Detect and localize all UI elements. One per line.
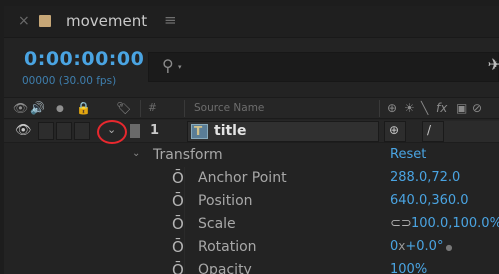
timecode-area: 0:00:00:00 00000 (30.00 fps) ⚲ ▾ ✈ [4, 39, 499, 97]
column-divider [379, 100, 380, 117]
rotation-dot: ● [445, 243, 453, 252]
shy-switch-icon[interactable]: ⊕ [387, 101, 397, 115]
timeline-panel: × movement ≡ 0:00:00:00 00000 (30.00 fps… [4, 6, 499, 274]
collapse-chevron-icon[interactable]: ⌄ [132, 148, 140, 159]
anchor-point-value[interactable]: 288.0,72.0 [390, 170, 460, 185]
column-divider [140, 100, 141, 117]
timeline-tab-bar: × movement ≡ [4, 6, 499, 38]
layer-name-field[interactable]: T title [187, 121, 379, 142]
layer-name: title [214, 123, 247, 139]
audio-toggle[interactable] [38, 122, 54, 140]
quality-switch[interactable]: / [422, 121, 444, 142]
stopwatch-icon[interactable]: Ō [172, 192, 184, 210]
composition-swatch-icon [39, 15, 51, 27]
panel-menu-icon[interactable]: ≡ [164, 11, 177, 29]
shy-switch[interactable]: ⊕ [384, 121, 406, 142]
stopwatch-icon[interactable]: Ō [172, 169, 184, 187]
rotation-degrees[interactable]: +0.0° [405, 239, 443, 254]
constrain-proportions-icon[interactable]: ⊂⊃ [390, 216, 412, 231]
property-name: Scale [198, 216, 236, 232]
transform-label: Transform [153, 147, 223, 163]
current-time-display[interactable]: 0:00:00:00 [24, 48, 144, 70]
column-divider [184, 100, 185, 117]
layer-search-input[interactable]: ⚲ ▾ ✈ [148, 52, 499, 82]
tab-movement[interactable]: movement [66, 12, 147, 30]
switch-cells [444, 121, 499, 142]
rotation-value[interactable]: 0x+0.0° ● [390, 239, 452, 254]
source-name-header[interactable]: Source Name [194, 102, 264, 114]
scale-value[interactable]: 100.0,100.0% [411, 216, 499, 231]
column-header: 👁 🔊 ● 🔒 🏷 # Source Name ⊕ ☀ ╲ fx ▣ ⊘ [4, 97, 499, 119]
property-row-position: Ō Position 640.0,360.0 [4, 190, 499, 213]
stopwatch-icon[interactable]: Ō [172, 215, 184, 233]
layer-number: 1 [150, 123, 160, 138]
stopwatch-icon[interactable]: Ō [172, 261, 184, 274]
property-name: Position [198, 193, 253, 209]
solo-icon[interactable]: ● [56, 104, 64, 114]
opacity-value[interactable]: 100% [390, 262, 427, 274]
column-divider [184, 213, 185, 236]
lock-icon[interactable]: 🔒 [76, 101, 91, 115]
property-row-anchor-point: Ō Anchor Point 288.0,72.0 [4, 167, 499, 190]
video-visibility-icon[interactable]: 👁 [13, 101, 28, 115]
frame-blend-switch-icon[interactable]: ▣ [456, 101, 467, 115]
layer-row[interactable]: 👁 ⌄ 1 T title ⊕ / [4, 120, 499, 144]
lock-toggle[interactable] [74, 122, 90, 140]
layer-number-header: # [148, 102, 157, 114]
chevron-down-icon[interactable]: ▾ [178, 63, 182, 71]
position-value[interactable]: 640.0,360.0 [390, 193, 469, 208]
close-tab-icon[interactable]: × [18, 13, 30, 29]
column-divider [184, 190, 185, 213]
reset-button[interactable]: Reset [390, 147, 426, 162]
property-row-rotation: Ō Rotation 0x+0.0° ● [4, 236, 499, 259]
property-name: Opacity [198, 262, 252, 274]
column-divider [184, 259, 185, 274]
comp-flowchart-icon[interactable]: ✈ [488, 55, 499, 74]
audio-icon[interactable]: 🔊 [30, 101, 45, 115]
property-row-scale: Ō Scale ⊂⊃ 100.0,100.0% [4, 213, 499, 236]
frame-rate-display: 00000 (30.00 fps) [22, 75, 117, 87]
column-divider [184, 236, 185, 259]
text-layer-icon: T [191, 124, 208, 139]
quality-switch-icon[interactable]: ╲ [421, 101, 428, 115]
motion-blur-switch-icon[interactable]: ⊘ [472, 101, 482, 115]
property-name: Rotation [198, 239, 257, 255]
property-row-opacity: Ō Opacity 100% [4, 259, 499, 274]
label-icon[interactable]: 🏷 [116, 101, 131, 115]
search-icon[interactable]: ⚲ [162, 56, 174, 75]
transform-group-row[interactable]: ⌄ Transform Reset [4, 144, 499, 167]
property-name: Anchor Point [198, 170, 287, 186]
label-color-chip[interactable] [130, 124, 140, 138]
solo-toggle[interactable] [56, 122, 72, 140]
eye-icon[interactable]: 👁 [15, 123, 32, 138]
effects-switch-icon[interactable]: fx [436, 101, 447, 115]
column-divider [184, 167, 185, 190]
collapse-switch-icon[interactable]: ☀ [404, 101, 415, 115]
expand-chevron-icon[interactable]: ⌄ [107, 123, 116, 136]
stopwatch-icon[interactable]: Ō [172, 238, 184, 256]
